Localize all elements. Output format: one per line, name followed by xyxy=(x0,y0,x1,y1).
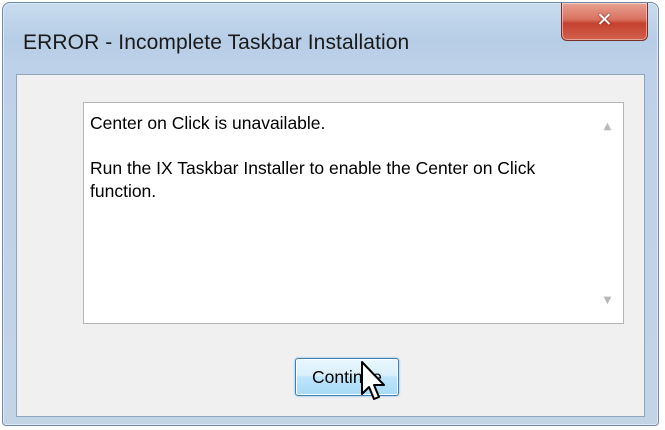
message-line-1: Center on Click is unavailable. xyxy=(90,113,326,133)
scroll-down-arrow-icon[interactable]: ▼ xyxy=(592,287,623,315)
dialog-title: ERROR - Incomplete Taskbar Installation xyxy=(23,31,410,54)
close-icon: ✕ xyxy=(596,9,613,31)
message-text: Center on Click is unavailable. Run the … xyxy=(90,112,570,225)
close-button[interactable]: ✕ xyxy=(561,3,648,41)
dialog-content: Center on Click is unavailable. Run the … xyxy=(16,74,645,417)
message-line-2: Run the IX Taskbar Installer to enable t… xyxy=(90,158,536,201)
vertical-scrollbar[interactable]: ▲ ▼ xyxy=(592,103,623,323)
scroll-up-arrow-icon[interactable]: ▲ xyxy=(592,113,623,141)
title-bar[interactable]: ERROR - Incomplete Taskbar Installation … xyxy=(3,3,658,75)
error-dialog-window: ERROR - Incomplete Taskbar Installation … xyxy=(2,2,659,426)
message-textbox[interactable]: Center on Click is unavailable. Run the … xyxy=(83,102,624,324)
arrow-pointer-icon xyxy=(361,361,385,400)
